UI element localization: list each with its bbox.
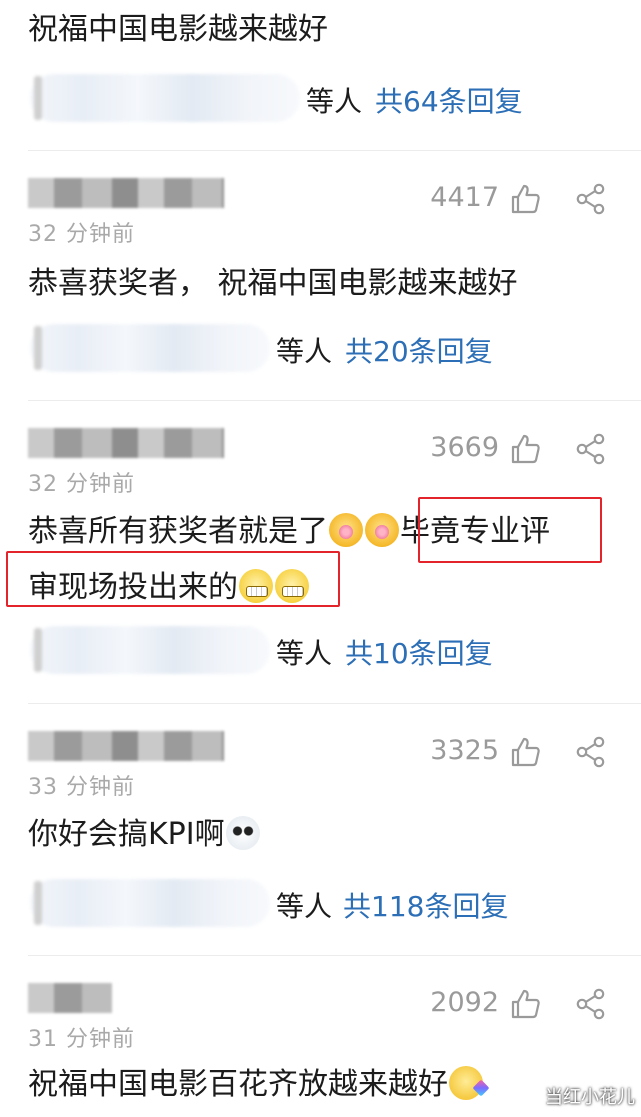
- comment-time: 33 分钟前: [28, 775, 135, 800]
- blurred-replier-names: [30, 626, 270, 674]
- reply-suffix: 等人: [276, 637, 333, 670]
- reply-count-link[interactable]: 共10条回复: [345, 632, 493, 672]
- share-icon[interactable]: [575, 433, 607, 465]
- highlight-box: [418, 497, 602, 563]
- blurred-replier-names: [30, 74, 300, 122]
- comment-time: 31 分钟前: [28, 1027, 135, 1052]
- blurred-username[interactable]: [28, 178, 224, 208]
- share-icon[interactable]: [575, 988, 607, 1020]
- thumbs-up-icon[interactable]: [509, 736, 541, 768]
- share-icon[interactable]: [575, 736, 607, 768]
- flower-emoji: [365, 513, 399, 547]
- comment-item: 32 分钟前 3669 恭喜所有获奖者就是了 毕竟专业评 审现场投出来的 等人 共…: [0, 420, 641, 700]
- kiss-emoji: [449, 1066, 483, 1100]
- reply-preview[interactable]: 等人 共118条回复: [0, 875, 641, 929]
- comment-text-part: 祝福中国电影百花齐放越来越好: [28, 1067, 448, 1102]
- like-count: 3669: [430, 432, 499, 463]
- comment-text: 祝福中国电影百花齐放越来越好: [28, 1057, 628, 1113]
- comment-item: 33 分钟前 3325 你好会搞KPI啊 等人 共118条回复: [0, 723, 641, 953]
- blurred-username[interactable]: [28, 983, 112, 1013]
- reply-suffix: 等人: [276, 335, 333, 368]
- share-icon[interactable]: [575, 183, 607, 215]
- divider: [28, 400, 641, 401]
- divider: [28, 703, 641, 704]
- watermark: 当红小花儿: [545, 1087, 635, 1108]
- comment-text-part: 你好会搞KPI啊: [28, 817, 225, 852]
- flower-emoji: [329, 513, 363, 547]
- blurred-replier-names: [30, 879, 270, 927]
- reply-suffix: 等人: [276, 890, 333, 923]
- like-count: 4417: [430, 182, 499, 213]
- comment-item: 祝福中国电影越来越好 等人 共64条回复: [0, 0, 641, 140]
- reply-count-link[interactable]: 共118条回复: [343, 885, 508, 925]
- thumbs-up-icon[interactable]: [509, 988, 541, 1020]
- divider: [28, 150, 641, 151]
- reply-count-link[interactable]: 共64条回复: [375, 80, 523, 120]
- reply-preview[interactable]: 等人 共20条回复: [0, 320, 641, 374]
- comment-time: 32 分钟前: [28, 222, 135, 247]
- reply-preview[interactable]: 等人 共64条回复: [0, 70, 641, 124]
- blurred-username[interactable]: [28, 428, 224, 458]
- comment-item: 32 分钟前 4417 恭喜获奖者， 祝福中国电影越来越好 等人 共20条回复: [0, 170, 641, 400]
- panda-emoji: [225, 816, 260, 850]
- thumbs-up-icon[interactable]: [509, 433, 541, 465]
- thumbs-up-icon[interactable]: [509, 183, 541, 215]
- comment-time: 32 分钟前: [28, 472, 135, 497]
- blurred-username[interactable]: [28, 731, 224, 761]
- comment-text: 祝福中国电影越来越好: [28, 12, 328, 47]
- like-count: 2092: [430, 987, 499, 1018]
- reply-preview[interactable]: 等人 共10条回复: [0, 622, 641, 676]
- blurred-replier-names: [30, 324, 270, 372]
- comment-text-part: 恭喜所有获奖者就是了: [28, 514, 328, 549]
- divider: [28, 955, 641, 956]
- like-count: 3325: [430, 735, 499, 766]
- comment-text: 你好会搞KPI啊: [28, 807, 628, 863]
- highlight-box: [6, 551, 340, 607]
- reply-suffix: 等人: [306, 85, 363, 118]
- reply-count-link[interactable]: 共20条回复: [345, 330, 493, 370]
- comment-text: 恭喜获奖者， 祝福中国电影越来越好: [28, 266, 518, 301]
